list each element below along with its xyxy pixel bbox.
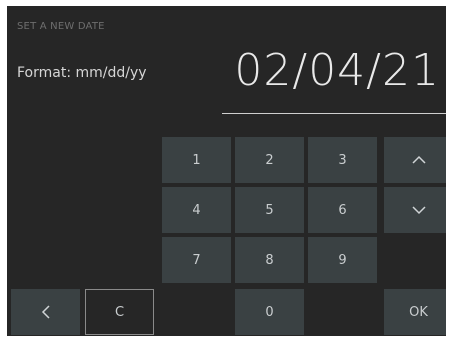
key-5[interactable]: 5 — [235, 187, 304, 233]
format-label: Format: mm/dd/yy — [17, 65, 147, 81]
key-4[interactable]: 4 — [162, 187, 231, 233]
up-button[interactable] — [384, 137, 446, 183]
chevron-down-icon — [411, 206, 426, 215]
back-button[interactable] — [11, 289, 80, 335]
key-0[interactable]: 0 — [235, 289, 304, 335]
screen-title: SET A NEW DATE — [17, 21, 105, 32]
key-7[interactable]: 7 — [162, 237, 231, 283]
key-1[interactable]: 1 — [162, 137, 231, 183]
date-display: 02/04/21 — [234, 45, 440, 96]
date-entry-screen: SET A NEW DATE Format: mm/dd/yy 02/04/21… — [7, 6, 446, 336]
key-2[interactable]: 2 — [235, 137, 304, 183]
chevron-left-icon — [41, 305, 50, 319]
down-button[interactable] — [384, 187, 446, 233]
clear-button[interactable]: C — [85, 289, 154, 335]
key-9[interactable]: 9 — [308, 237, 377, 283]
key-3[interactable]: 3 — [308, 137, 377, 183]
key-8[interactable]: 8 — [235, 237, 304, 283]
chevron-up-icon — [411, 155, 426, 164]
ok-button[interactable]: OK — [384, 289, 446, 335]
date-underline — [222, 113, 446, 114]
key-6[interactable]: 6 — [308, 187, 377, 233]
